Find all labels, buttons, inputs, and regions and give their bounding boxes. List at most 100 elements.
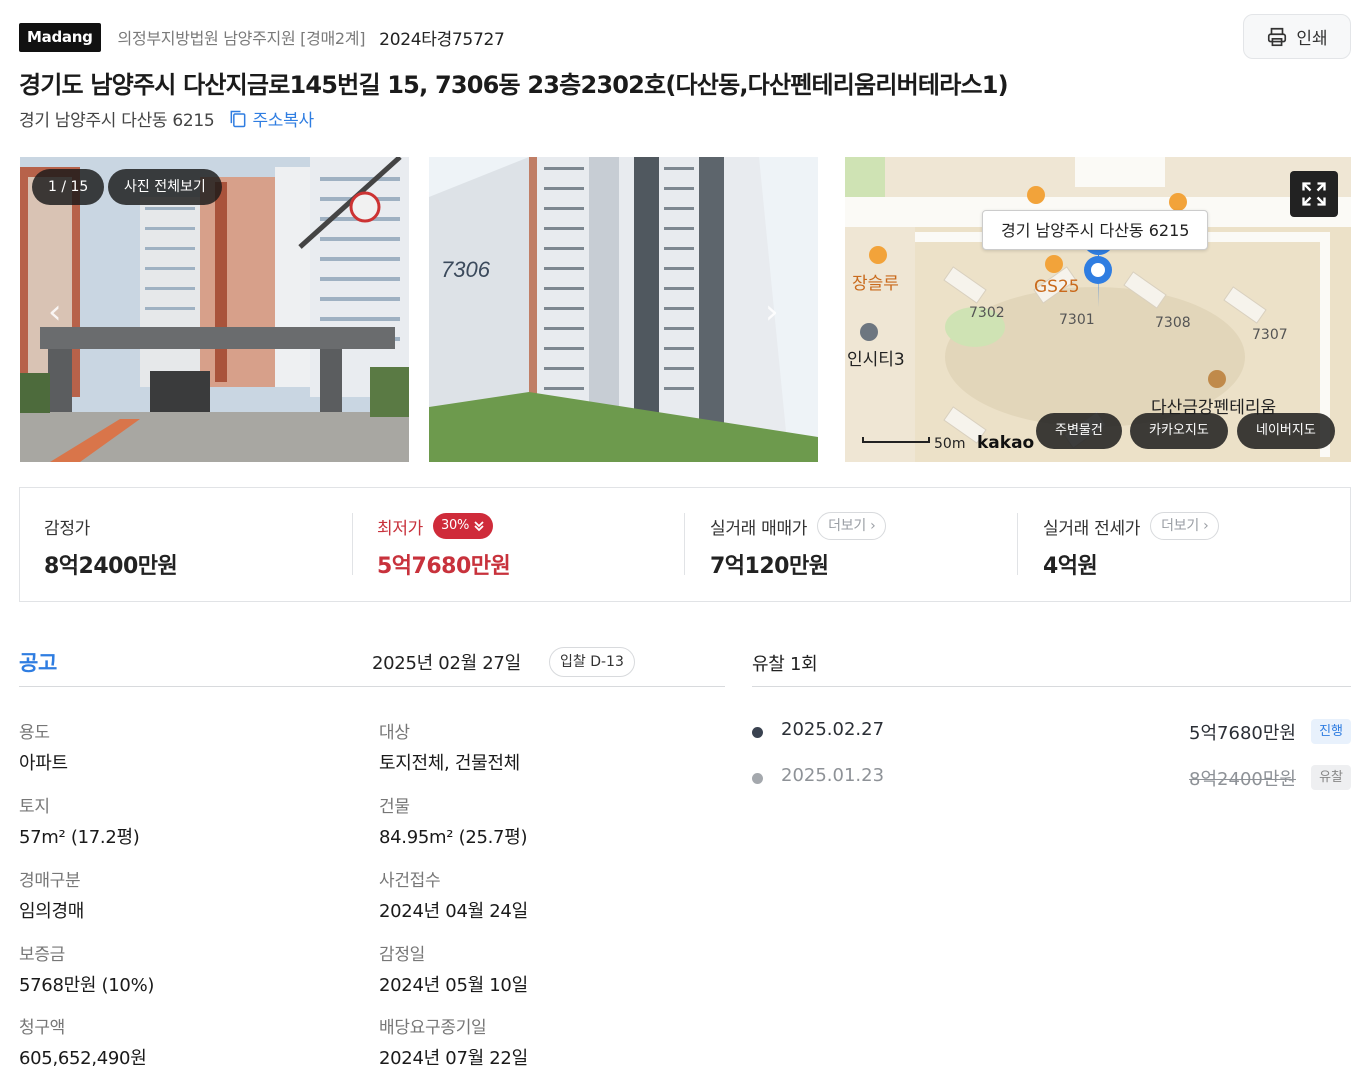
info-value: 2024년 05월 10일 (379, 975, 528, 996)
bid-amount: 5억7680만원 (1189, 723, 1296, 744)
map-label-gs25: GS25 (1034, 277, 1080, 297)
copy-icon (231, 110, 246, 127)
bid-amount: 8억2400만원 (1189, 769, 1296, 790)
dday-badge: 입찰 D-13 (549, 647, 635, 677)
divider (352, 513, 353, 575)
real-jeonse-price: 실거래 전세가 더보기 › 4억원 (1043, 512, 1220, 579)
info-value: 2024년 04월 24일 (379, 901, 528, 922)
appraisal-value: 8억2400만원 (44, 554, 178, 579)
minimum-value: 5억7680만원 (377, 554, 511, 579)
chevron-right-icon: › (870, 518, 876, 534)
timeline-dot (752, 727, 763, 738)
discount-pct: 30% (441, 518, 470, 533)
notice-header: 공고 2025년 02월 27일 입찰 D-13 (19, 642, 725, 687)
print-label: 인쇄 (1296, 29, 1328, 49)
info-deposit: 보증금 5768만원 (10%) (19, 940, 154, 997)
timeline-dot (752, 773, 763, 784)
info-target: 대상 토지전체, 건물전체 (379, 718, 520, 775)
more-label: 더보기 (828, 518, 866, 534)
map-label-7301: 7301 (1059, 312, 1095, 328)
real-jeonse-label: 실거래 전세가 (1043, 518, 1141, 539)
info-value: 5768만원 (10%) (19, 975, 155, 996)
map-label-7302: 7302 (969, 305, 1005, 321)
info-key: 사건접수 (379, 871, 441, 891)
brand-logo[interactable]: Madang (19, 22, 101, 52)
info-key: 용도 (19, 723, 50, 743)
info-key: 건물 (379, 797, 410, 817)
discount-badge: 30% (433, 513, 494, 539)
info-value: 2024년 07월 22일 (379, 1048, 528, 1069)
court-name: 의정부지방법원 남양주지원 [경매2계] (117, 29, 366, 48)
real-sale-more-button[interactable]: 더보기 › (817, 512, 887, 540)
info-value: 아파트 (19, 753, 68, 774)
map-label-7308: 7308 (1155, 315, 1191, 331)
chevron-left-icon[interactable]: ‹ (48, 292, 62, 332)
bid-date: 2025.02.27 (781, 719, 885, 740)
info-land: 토지 57m² (17.2평) (19, 792, 140, 849)
map-expand-button[interactable] (1290, 171, 1338, 217)
info-key: 배당요구종기일 (379, 1018, 487, 1038)
photo-scene-tower: 7306 (429, 157, 818, 462)
page-title: 경기도 남양주시 다산지금로145번길 15, 7306동 23층2302호(다… (19, 71, 1009, 99)
notice-title[interactable]: 공고 (19, 647, 57, 677)
bid-history-header: 유찰 1회 (752, 642, 1351, 687)
naver-map-button[interactable]: 네이버지도 (1237, 413, 1335, 449)
info-value: 84.95m² (25.7평) (379, 827, 528, 848)
building-number-sign: 7306 (441, 257, 491, 282)
info-auction-type: 경매구분 임의경매 (19, 866, 84, 923)
location-map[interactable]: 경기 남양주시 다산동 6215 장슬루 GS25 7302 7301 7308… (845, 157, 1351, 462)
info-value: 임의경매 (19, 901, 85, 922)
map-label-city: 인시티3 (847, 350, 905, 370)
case-number: 2024타경75727 (379, 29, 505, 50)
copy-address-label: 주소복사 (252, 111, 314, 131)
chevron-right-icon: › (1203, 518, 1209, 534)
info-value: 57m² (17.2평) (19, 827, 140, 848)
property-photo-1[interactable]: 1 / 15 사진 전체보기 ‹ (20, 157, 409, 462)
bid-history-row: 2025.02.27 5억7680만원 진행 (752, 719, 1351, 745)
real-sale-price: 실거래 매매가 더보기 › 7억120만원 (710, 512, 887, 579)
appraisal-label: 감정가 (44, 518, 91, 539)
info-value: 토지전체, 건물전체 (379, 753, 520, 774)
kakao-logo: kakao (977, 433, 1035, 453)
bid-status-badge: 유찰 (1311, 765, 1351, 790)
info-key: 토지 (19, 797, 50, 817)
failed-bid-count: 유찰 1회 (752, 654, 818, 675)
view-all-photos-button[interactable]: 사진 전체보기 (108, 169, 222, 205)
chevron-right-icon[interactable]: › (765, 292, 779, 332)
photo-counter: 1 / 15 (32, 169, 105, 205)
double-chevron-down-icon (474, 521, 484, 532)
real-sale-value: 7억120만원 (710, 554, 829, 579)
print-button[interactable]: 인쇄 (1243, 14, 1351, 59)
expand-icon (1302, 182, 1326, 206)
map-label-store: 장슬루 (852, 274, 899, 294)
copy-address-button[interactable]: 주소복사 (228, 106, 314, 131)
info-key: 감정일 (379, 945, 426, 965)
address-subrow: 경기 남양주시 다산동 6215 주소복사 (19, 106, 314, 131)
info-appraisal-date: 감정일 2024년 05월 10일 (379, 940, 528, 997)
bid-status-badge: 진행 (1311, 719, 1351, 744)
info-value: 605,652,490원 (19, 1048, 147, 1069)
printer-icon (1268, 27, 1287, 46)
kakao-map-button[interactable]: 카카오지도 (1130, 413, 1228, 449)
map-label-7307: 7307 (1252, 327, 1288, 343)
info-key: 대상 (379, 723, 410, 743)
info-dividend-deadline: 배당요구종기일 2024년 07월 22일 (379, 1013, 528, 1070)
info-key: 경매구분 (19, 871, 81, 891)
info-key: 청구액 (19, 1018, 66, 1038)
header: Madang 의정부지방법원 남양주지원 [경매2계] 2024타경75727 … (19, 14, 1351, 59)
info-key: 보증금 (19, 945, 66, 965)
bid-history-row: 2025.01.23 8억2400만원 유찰 (752, 765, 1351, 791)
price-summary: 감정가 8억2400만원 최저가 30% 5억7680만원 실거래 매매가 더보… (19, 487, 1351, 602)
minimum-price: 최저가 30% 5억7680만원 (377, 512, 511, 579)
real-jeonse-more-button[interactable]: 더보기 › (1150, 512, 1220, 540)
real-jeonse-value: 4억원 (1043, 554, 1098, 579)
info-case-received: 사건접수 2024년 04월 24일 (379, 866, 528, 923)
property-photo-2[interactable]: 7306 › (429, 157, 818, 462)
nearby-properties-button[interactable]: 주변물건 (1036, 413, 1122, 449)
info-usage: 용도 아파트 (19, 718, 68, 775)
divider (1017, 513, 1018, 575)
bid-date: 2025.01.23 (781, 765, 885, 786)
map-address-tooltip: 경기 남양주시 다산동 6215 (982, 210, 1209, 250)
more-label: 더보기 (1161, 518, 1199, 534)
minimum-label: 최저가 (377, 518, 424, 539)
